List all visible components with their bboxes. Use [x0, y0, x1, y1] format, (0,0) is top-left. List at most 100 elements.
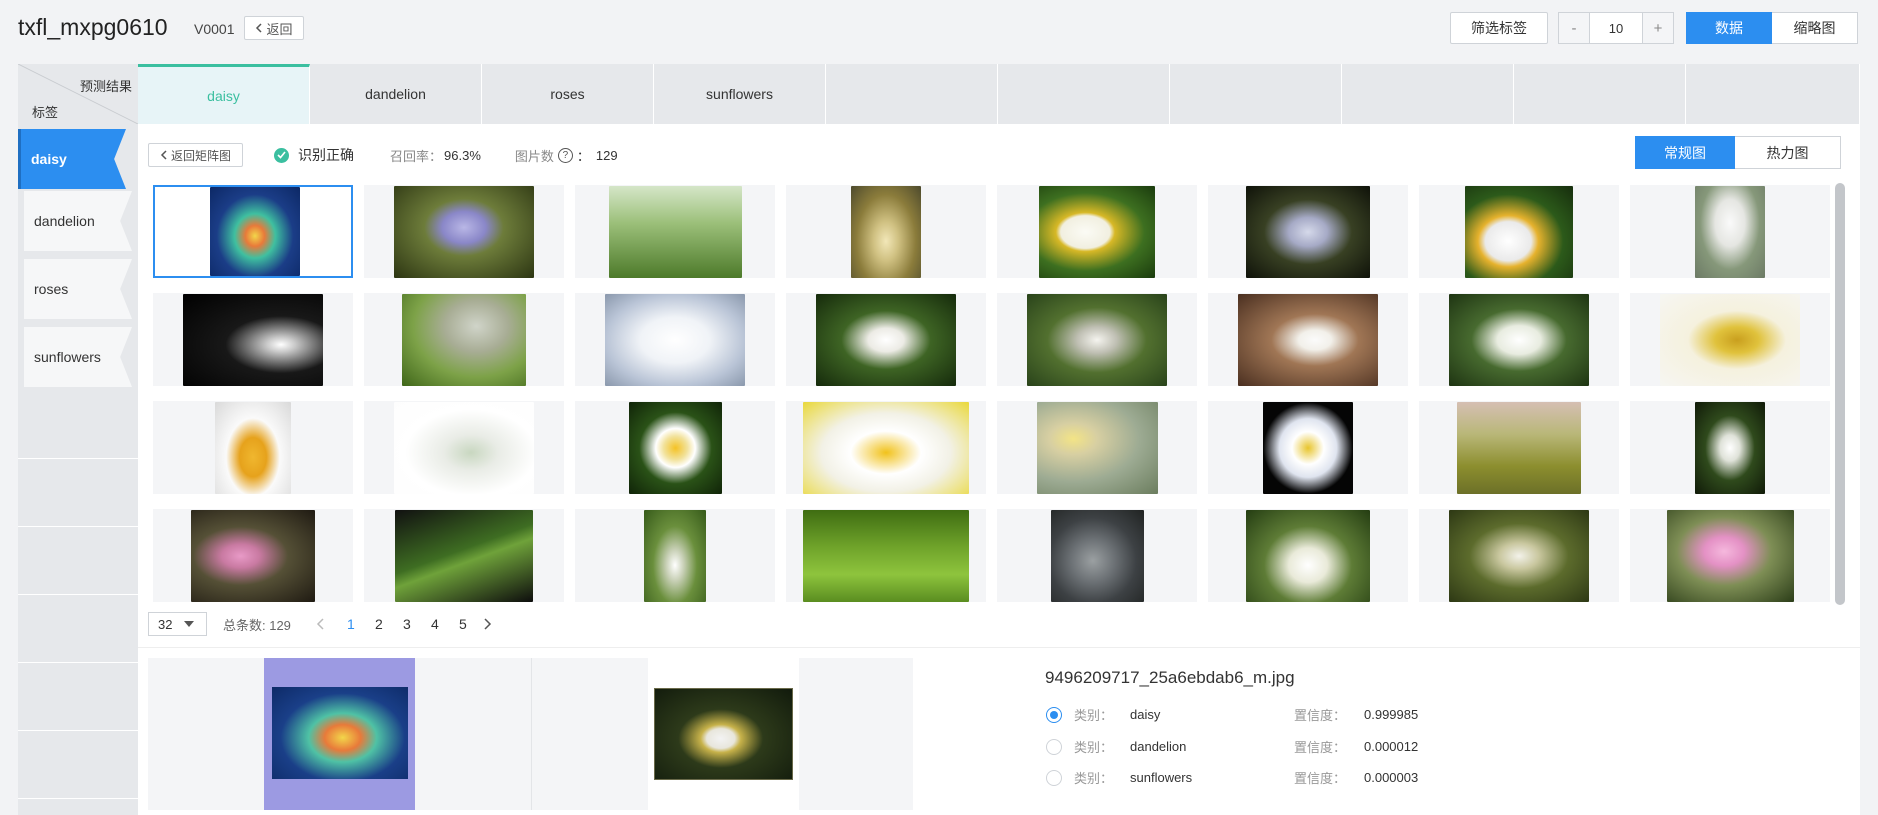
- image-thumbnail-cell[interactable]: [786, 293, 986, 386]
- image-thumbnail-cell[interactable]: [364, 293, 564, 386]
- prediction-row[interactable]: 类别： daisy 置信度： 0.999985: [1046, 705, 1418, 724]
- prediction-radio[interactable]: [1046, 738, 1062, 755]
- prediction-radio[interactable]: [1046, 706, 1062, 723]
- image-thumbnail-cell[interactable]: [364, 401, 564, 494]
- image-thumbnail: [1457, 402, 1581, 494]
- image-thumbnail-cell[interactable]: [1630, 401, 1830, 494]
- column-tab-empty: [1514, 64, 1686, 124]
- confidence-value: 0.999985: [1364, 707, 1419, 722]
- image-thumbnail-cell[interactable]: [575, 293, 775, 386]
- image-thumbnail-cell[interactable]: [1419, 509, 1619, 602]
- image-thumbnail-cell[interactable]: [1208, 509, 1408, 602]
- image-thumbnail: [1465, 186, 1573, 278]
- image-thumbnail-cell[interactable]: [364, 185, 564, 278]
- image-thumbnail-cell[interactable]: [997, 401, 1197, 494]
- heatmap-view-button[interactable]: 热力图: [1735, 136, 1841, 169]
- image-thumbnail: [1050, 510, 1144, 602]
- page-3[interactable]: 3: [393, 616, 421, 632]
- image-thumbnail: [1695, 186, 1765, 278]
- image-thumbnail-cell[interactable]: [1630, 293, 1830, 386]
- row-tab-dandelion[interactable]: dandelion: [24, 191, 132, 251]
- image-thumbnail-cell[interactable]: [1419, 401, 1619, 494]
- column-tab-roses[interactable]: roses: [482, 64, 654, 124]
- confidence-value: 0.000012: [1364, 739, 1419, 754]
- image-thumbnail-cell[interactable]: [1419, 185, 1619, 278]
- column-tab-sunflowers[interactable]: sunflowers: [654, 64, 826, 124]
- chevron-left-icon: [256, 23, 263, 33]
- image-thumbnail: [183, 294, 323, 386]
- stepper-value[interactable]: 10: [1590, 12, 1642, 44]
- confidence-label: 置信度：: [1294, 708, 1347, 723]
- image-thumbnail-cell[interactable]: [575, 401, 775, 494]
- prev-page-icon[interactable]: [311, 617, 331, 631]
- image-thumbnail: [1660, 294, 1800, 386]
- image-thumbnail-cell[interactable]: [786, 509, 986, 602]
- grid-scrollbar[interactable]: [1835, 183, 1845, 605]
- help-icon[interactable]: ?: [557, 147, 573, 163]
- thumbnail-view-button[interactable]: 缩略图: [1772, 12, 1858, 44]
- row-tab-roses[interactable]: roses: [24, 259, 132, 319]
- image-thumbnail-cell[interactable]: [575, 185, 775, 278]
- data-view-button[interactable]: 数据: [1686, 12, 1772, 44]
- image-thumbnail: [1449, 510, 1589, 602]
- recall-value: 96.3%: [444, 147, 481, 163]
- row-divider: [18, 458, 138, 459]
- back-button[interactable]: 返回: [244, 16, 304, 40]
- view-mode-toggle: 数据 缩略图: [1686, 12, 1858, 44]
- image-thumbnail-cell[interactable]: [786, 185, 986, 278]
- class-label: 类别：: [1074, 771, 1114, 786]
- class-value: daisy: [1130, 707, 1161, 722]
- image-thumbnail-cell[interactable]: [153, 509, 353, 602]
- heatmap-preview: [148, 658, 531, 810]
- page-2[interactable]: 2: [365, 616, 393, 632]
- image-count-value: 129: [595, 147, 618, 163]
- stepper-plus-button[interactable]: +: [1642, 12, 1674, 44]
- column-tab-empty: [1170, 64, 1342, 124]
- image-thumbnail-cell[interactable]: [575, 509, 775, 602]
- row-tab-daisy[interactable]: daisy: [18, 129, 126, 189]
- class-value: sunflowers: [1130, 770, 1193, 785]
- image-thumbnail: [395, 510, 533, 602]
- chevron-left-icon: [160, 150, 167, 160]
- image-thumbnail-cell[interactable]: [153, 401, 353, 494]
- prediction-row[interactable]: 类别： sunflowers 置信度： 0.000003: [1046, 768, 1418, 787]
- page-size-value: 32: [158, 616, 173, 632]
- image-thumbnail: [628, 402, 722, 494]
- label-axis-label: 标签: [32, 105, 59, 120]
- page-size-select[interactable]: 32: [148, 612, 207, 636]
- image-thumbnail-cell[interactable]: [997, 509, 1197, 602]
- page-4[interactable]: 4: [421, 616, 449, 632]
- prediction-row[interactable]: 类别： dandelion 置信度： 0.000012: [1046, 737, 1418, 756]
- confidence-label: 置信度：: [1294, 740, 1347, 755]
- page-1[interactable]: 1: [337, 616, 365, 632]
- image-thumbnail: [1246, 510, 1370, 602]
- image-thumbnail-cell[interactable]: [1208, 185, 1408, 278]
- row-tab-sunflowers[interactable]: sunflowers: [24, 327, 132, 387]
- column-tab-daisy[interactable]: daisy: [138, 64, 310, 124]
- filter-tags-button[interactable]: 筛选标签: [1450, 12, 1548, 44]
- image-count-label: 图片数: [514, 148, 554, 164]
- image-thumbnail-cell[interactable]: [1630, 509, 1830, 602]
- image-thumbnail-cell[interactable]: [1208, 293, 1408, 386]
- row-divider: [18, 662, 138, 663]
- column-tab-dandelion[interactable]: dandelion: [310, 64, 482, 124]
- image-thumbnail-cell[interactable]: [786, 401, 986, 494]
- image-thumbnail-cell[interactable]: [1630, 185, 1830, 278]
- image-thumbnail-cell[interactable]: [997, 185, 1197, 278]
- stepper-minus-button[interactable]: -: [1558, 12, 1590, 44]
- image-thumbnail: [394, 402, 534, 494]
- image-thumbnail-cell[interactable]: [153, 293, 353, 386]
- row-divider: [18, 730, 138, 731]
- back-to-matrix-button[interactable]: 返回矩阵图: [148, 143, 243, 167]
- page-5[interactable]: 5: [449, 616, 477, 632]
- image-thumbnail: [1039, 186, 1155, 278]
- image-thumbnail-cell[interactable]: [153, 185, 353, 278]
- normal-view-button[interactable]: 常规图: [1635, 136, 1735, 169]
- prediction-radio[interactable]: [1046, 769, 1062, 786]
- image-thumbnail-cell[interactable]: [997, 293, 1197, 386]
- image-thumbnail: [644, 510, 706, 602]
- next-page-icon[interactable]: [477, 617, 497, 631]
- image-thumbnail-cell[interactable]: [364, 509, 564, 602]
- image-thumbnail-cell[interactable]: [1208, 401, 1408, 494]
- image-thumbnail-cell[interactable]: [1419, 293, 1619, 386]
